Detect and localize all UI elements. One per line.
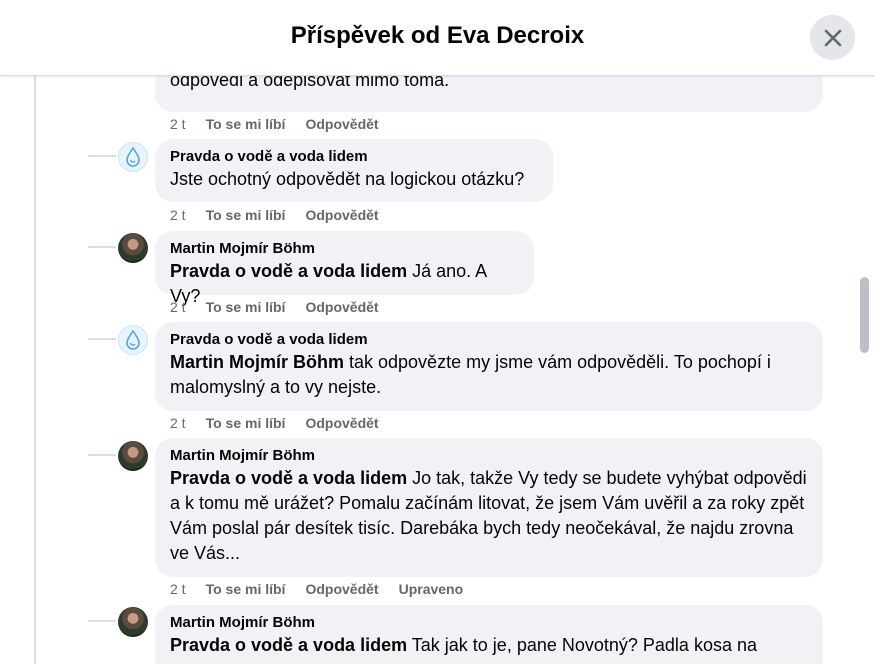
comment-actions: 2 t To se mi líbí Odpovědět (170, 207, 399, 223)
comment-actions: 2 t To se mi líbí Odpovědět (170, 299, 399, 315)
comment-time[interactable]: 2 t (170, 299, 186, 315)
like-button[interactable]: To se mi líbí (206, 116, 286, 132)
comment-text: Jste ochotný odpovědět na logickou otázk… (170, 169, 525, 189)
edited-label: Upraveno (398, 581, 464, 597)
like-button[interactable]: To se mi líbí (206, 581, 286, 597)
water-drop-icon (126, 147, 140, 167)
page-avatar[interactable] (118, 142, 148, 172)
like-button[interactable]: To se mi líbí (206, 299, 286, 315)
comment-text: Pravda o vodě a voda lidem Tak jak to je… (170, 635, 757, 655)
close-icon (824, 29, 841, 46)
comment-bubble: Martin Mojmír Böhm Pravda o vodě a voda … (155, 231, 534, 306)
reply-button[interactable]: Odpovědět (305, 581, 378, 597)
comment-author[interactable]: Pravda o vodě a voda lidem (170, 330, 808, 349)
reply-button[interactable]: Odpovědět (305, 116, 378, 132)
comment-text: Martin Mojmír Böhm tak odpovězte my jsme… (170, 352, 771, 397)
reply-button[interactable]: Odpovědět (305, 207, 378, 223)
comment-time[interactable]: 2 t (170, 116, 186, 132)
comments-feed[interactable]: odpovědi a odepisovat mimo tóma. 2 t To … (0, 76, 875, 664)
dialog-header: Příspěvek od Eva Decroix (0, 0, 875, 76)
mention-tag[interactable]: Martin Mojmír Böhm (170, 352, 344, 372)
user-avatar[interactable] (118, 607, 148, 637)
comment-text: odpovědi a odepisovat mimo tóma. (170, 76, 450, 90)
comment-bubble: Pravda o vodě a voda lidem Jste ochotný … (155, 139, 553, 202)
like-button[interactable]: To se mi líbí (206, 415, 286, 431)
mention-tag[interactable]: Pravda o vodě a voda lidem (170, 468, 407, 488)
water-drop-icon (126, 330, 140, 350)
scrollbar-thumb[interactable] (860, 277, 869, 353)
comment-author[interactable]: Martin Mojmír Böhm (170, 446, 808, 465)
comment-time[interactable]: 2 t (170, 415, 186, 431)
comment-text: Pravda o vodě a voda lidem Jo tak, takže… (170, 468, 807, 563)
comment-actions: 2 t To se mi líbí Odpovědět Upraveno (170, 581, 483, 597)
user-avatar[interactable] (118, 233, 148, 263)
close-button[interactable] (810, 15, 855, 60)
comment-time[interactable]: 2 t (170, 581, 186, 597)
reply-button[interactable]: Odpovědět (305, 415, 378, 431)
user-avatar[interactable] (118, 441, 148, 471)
comment-actions: 2 t To se mi líbí Odpovědět (170, 415, 399, 431)
reply-button[interactable]: Odpovědět (305, 299, 378, 315)
thread-connector (88, 246, 116, 248)
comment-author[interactable]: Martin Mojmír Böhm (170, 239, 519, 258)
comment-author[interactable]: Martin Mojmír Böhm (170, 613, 808, 632)
like-button[interactable]: To se mi líbí (206, 207, 286, 223)
comment-author[interactable]: Pravda o vodě a voda lidem (170, 147, 538, 166)
comment-bubble: Martin Mojmír Böhm Pravda o vodě a voda … (155, 438, 823, 577)
mention-tag[interactable]: Pravda o vodě a voda lidem (170, 635, 407, 655)
comment-bubble: Pravda o vodě a voda lidem Martin Mojmír… (155, 322, 823, 411)
thread-connector (88, 454, 116, 456)
comment-actions: 2 t To se mi líbí Odpovědět (170, 116, 399, 132)
mention-tag[interactable]: Pravda o vodě a voda lidem (170, 261, 407, 281)
comment-bubble: Martin Mojmír Böhm Pravda o vodě a voda … (155, 605, 823, 664)
thread-connector (88, 155, 116, 157)
page-avatar[interactable] (118, 325, 148, 355)
comment-time[interactable]: 2 t (170, 207, 186, 223)
thread-line (34, 76, 36, 664)
thread-connector (88, 620, 116, 622)
dialog-title: Příspěvek od Eva Decroix (290, 22, 585, 49)
comment-bubble: odpovědi a odepisovat mimo tóma. (155, 76, 823, 112)
thread-connector (88, 338, 116, 340)
